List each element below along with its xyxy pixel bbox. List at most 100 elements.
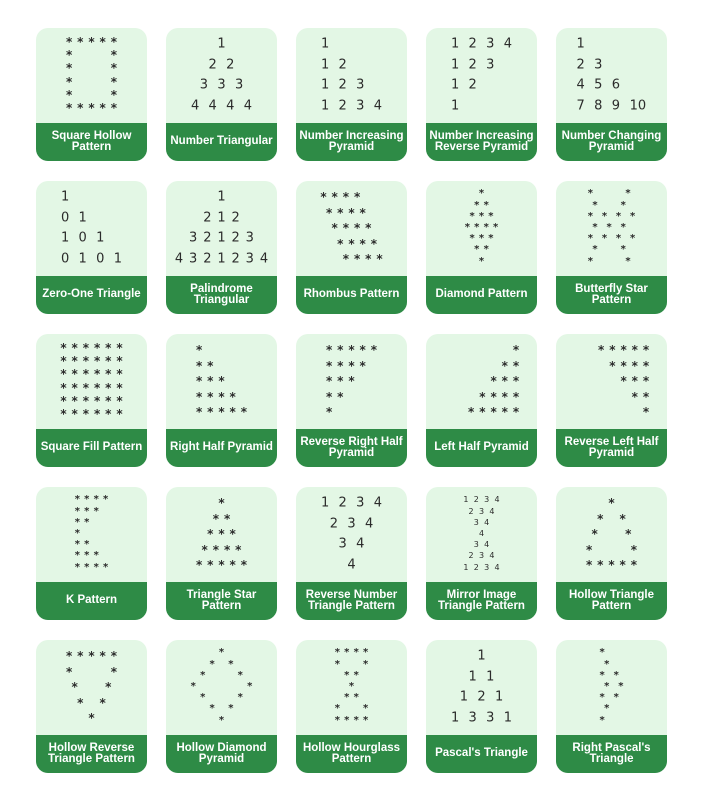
number-glyph: 3 bbox=[347, 516, 356, 532]
asterisk-icon: * bbox=[615, 233, 622, 245]
number-glyph: 2 bbox=[231, 230, 240, 246]
asterisk-icon: * bbox=[501, 389, 508, 404]
pattern-illustration: * * * * * * * * * * * * * * * * bbox=[426, 181, 537, 275]
number-glyph: 4 bbox=[373, 98, 383, 114]
asterisk-icon: * bbox=[195, 405, 203, 419]
number-glyph: 1 bbox=[459, 689, 469, 705]
asterisk-icon: * bbox=[501, 374, 508, 388]
number-glyph: 2 bbox=[203, 251, 212, 267]
asterisk-icon: * bbox=[599, 714, 605, 726]
number-glyph: 3 bbox=[189, 230, 198, 246]
asterisk-icon: * bbox=[237, 692, 243, 704]
asterisk-icon: * bbox=[218, 527, 225, 541]
asterisk-icon: * bbox=[93, 367, 101, 382]
asterisk-icon: * bbox=[469, 210, 475, 222]
asterisk-icon: * bbox=[501, 405, 508, 419]
number-glyph: 2 bbox=[338, 57, 347, 73]
asterisk-icon: * bbox=[93, 393, 101, 408]
number-glyph: 3 bbox=[199, 77, 209, 93]
asterisk-icon: * bbox=[353, 252, 361, 266]
asterisk-icon: * bbox=[512, 389, 520, 404]
pattern-illustration: * * * * * * * * * * * * * * * * * * bbox=[36, 28, 147, 122]
asterisk-icon: * bbox=[365, 221, 372, 235]
asterisk-icon: * bbox=[82, 367, 90, 382]
pattern-label: Number Increasing Pyramid bbox=[296, 123, 407, 161]
asterisk-icon: * bbox=[478, 210, 485, 222]
asterisk-icon: * bbox=[631, 358, 638, 373]
asterisk-icon: * bbox=[464, 222, 471, 233]
asterisk-icon: * bbox=[492, 222, 499, 233]
asterisk-icon: * bbox=[105, 680, 112, 694]
asterisk-icon: * bbox=[110, 74, 118, 89]
asterisk-icon: * bbox=[585, 542, 593, 557]
asterisk-icon: * bbox=[642, 358, 650, 373]
asterisk-icon: * bbox=[362, 658, 369, 670]
number-glyph: 3 bbox=[356, 98, 365, 114]
asterisk-icon: * bbox=[60, 354, 67, 369]
number-glyph: 1 bbox=[320, 57, 330, 73]
asterisk-icon: * bbox=[195, 389, 203, 404]
pattern-card-reverse-number-triangle-pattern: 1 2 3 4 2 3 4 3 4 4 Reverse Number Triangle Patter… bbox=[296, 487, 407, 620]
asterisk-icon: * bbox=[609, 343, 616, 357]
asterisk-icon: * bbox=[65, 35, 73, 49]
asterisk-icon: * bbox=[337, 374, 344, 388]
asterisk-icon: * bbox=[604, 658, 610, 670]
pattern-illustration: 1234234344342341234 bbox=[426, 487, 537, 581]
pattern-label: Pascal's Triangle bbox=[426, 735, 537, 773]
asterisk-icon: * bbox=[200, 692, 206, 704]
number-glyph: 2 bbox=[329, 516, 339, 532]
pattern-card-triangle-star-pattern: * * * * * * * * * * * * * * * Triangle Star Pattern bbox=[166, 487, 277, 620]
asterisk-icon: * bbox=[105, 367, 112, 382]
asterisk-icon: * bbox=[474, 199, 480, 211]
number-glyph: 3 bbox=[478, 506, 485, 516]
number-glyph: 10 bbox=[629, 98, 647, 114]
number-glyph: 1 bbox=[320, 495, 330, 511]
number-glyph: 1 bbox=[217, 230, 226, 246]
asterisk-icon: * bbox=[207, 374, 214, 388]
asterisk-icon: * bbox=[207, 527, 214, 541]
asterisk-icon: * bbox=[353, 221, 361, 235]
asterisk-icon: * bbox=[218, 647, 225, 659]
pattern-illustration: * * * * * * * * * * * * bbox=[556, 487, 667, 581]
pattern-card-right-pascal-s-triangle: * * * * * * * * * * Right Pascal's Triangle bbox=[556, 640, 667, 773]
asterisk-icon: * bbox=[619, 511, 626, 526]
number-glyph: 0 bbox=[60, 210, 70, 226]
asterisk-icon: * bbox=[88, 101, 95, 115]
asterisk-icon: * bbox=[60, 407, 67, 421]
asterisk-icon: * bbox=[601, 210, 608, 222]
number-glyph: 1 bbox=[576, 36, 585, 52]
asterisk-icon: * bbox=[348, 374, 355, 388]
asterisk-icon: * bbox=[229, 527, 236, 541]
asterisk-icon: * bbox=[512, 405, 520, 419]
asterisk-icon: * bbox=[613, 669, 619, 681]
asterisk-icon: * bbox=[88, 649, 95, 663]
asterisk-icon: * bbox=[209, 703, 215, 715]
asterisk-icon: * bbox=[631, 389, 638, 404]
asterisk-icon: * bbox=[620, 199, 626, 211]
pattern-label: Right Half Pyramid bbox=[166, 429, 277, 467]
asterisk-icon: * bbox=[468, 405, 475, 419]
pattern-card-palindrome-triangular: 1 2 1 2 3 2 1 2 3 4 3 2 1 2 3 4 Palindrome Triangular bbox=[166, 181, 277, 314]
asterisk-icon: * bbox=[82, 341, 90, 355]
asterisk-icon: * bbox=[71, 341, 78, 355]
number-glyph: 2 bbox=[208, 57, 217, 73]
number-glyph: 4 bbox=[478, 529, 485, 538]
asterisk-icon: * bbox=[337, 389, 344, 404]
asterisk-icon: * bbox=[195, 374, 203, 388]
pattern-illustration: * * * * * * * * * * * * * * * bbox=[556, 334, 667, 428]
asterisk-icon: * bbox=[604, 681, 610, 692]
number-glyph: 0 bbox=[60, 251, 70, 267]
asterisk-icon: * bbox=[110, 61, 118, 76]
number-glyph: 2 bbox=[468, 36, 477, 52]
number-glyph: 1 bbox=[217, 251, 226, 267]
pattern-illustration: 1111211331 bbox=[426, 640, 537, 734]
asterisk-icon: * bbox=[348, 236, 355, 251]
asterisk-icon: * bbox=[110, 87, 118, 102]
pattern-card-number-increasing-reverse-pyramid: 1 2 3 4 1 2 3 1 2 1 Number Increasing Reverse Pyra… bbox=[426, 28, 537, 161]
asterisk-icon: * bbox=[362, 647, 369, 659]
asterisk-icon: * bbox=[474, 244, 480, 256]
asterisk-icon: * bbox=[331, 190, 338, 204]
asterisk-icon: * bbox=[195, 358, 203, 373]
asterisk-icon: * bbox=[212, 542, 220, 557]
number-glyph: 4 bbox=[174, 251, 184, 267]
